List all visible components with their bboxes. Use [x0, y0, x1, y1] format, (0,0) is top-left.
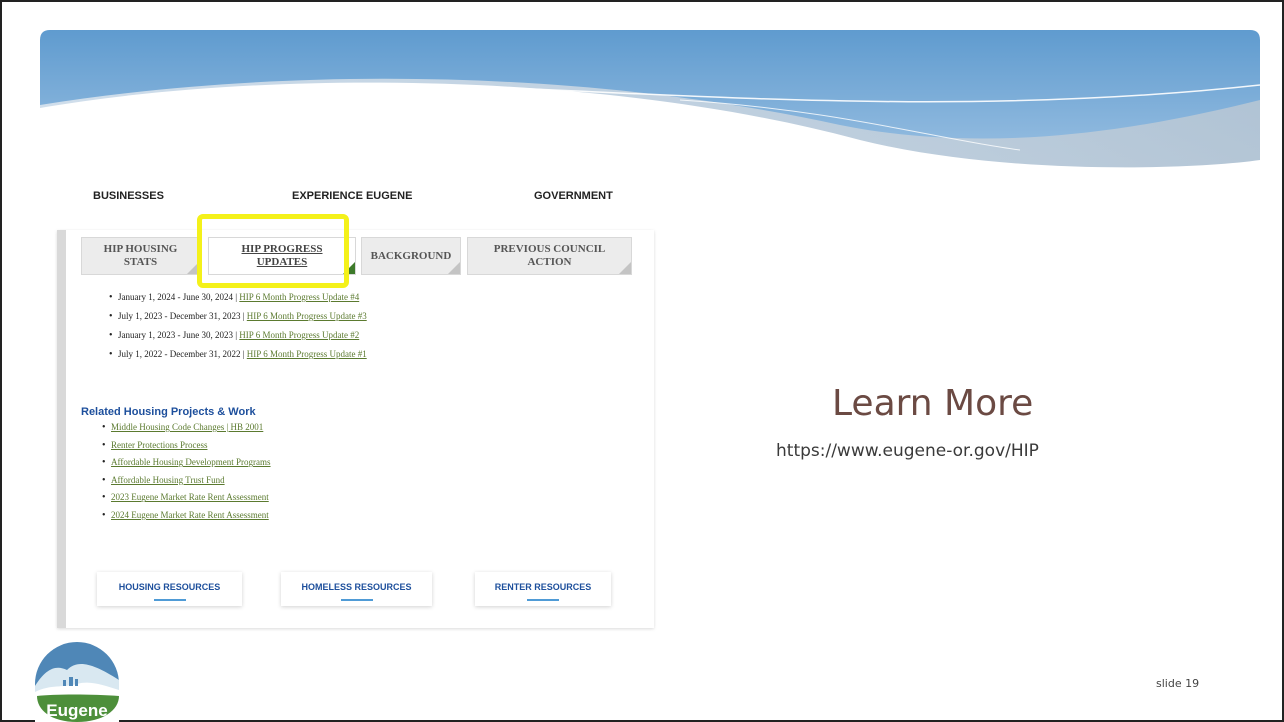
learn-more-title: Learn More [832, 383, 1034, 424]
header-wave-banner [40, 30, 1260, 195]
update-period: July 1, 2022 - December 31, 2022 [118, 349, 241, 359]
related-link[interactable]: Middle Housing Code Changes | HB 2001 [111, 422, 263, 432]
related-link[interactable]: Renter Protections Process [111, 440, 207, 450]
homeless-resources-button[interactable]: HOMELESS RESOURCES [281, 572, 432, 606]
list-item: Middle Housing Code Changes | HB 2001 [102, 422, 271, 440]
related-link[interactable]: 2023 Eugene Market Rate Rent Assessment [111, 492, 269, 502]
update-link[interactable]: HIP 6 Month Progress Update #2 [239, 330, 359, 340]
tab-label-line1: BACKGROUND [370, 249, 452, 262]
list-item: July 1, 2022 - December 31, 2022 | HIP 6… [109, 349, 367, 368]
slide-number: slide 19 [1156, 677, 1200, 690]
list-item: Affordable Housing Development Programs [102, 457, 271, 475]
update-period: July 1, 2023 - December 31, 2023 [118, 311, 241, 321]
related-link[interactable]: Affordable Housing Trust Fund [111, 475, 225, 485]
list-item: 2024 Eugene Market Rate Rent Assessment [102, 510, 271, 528]
related-link[interactable]: 2024 Eugene Market Rate Rent Assessment [111, 510, 269, 520]
tab-label-line2: STATS [123, 256, 158, 268]
tab-previous-council-action[interactable]: PREVIOUS COUNCIL ACTION [467, 237, 632, 275]
nav-government[interactable]: GOVERNMENT [534, 190, 613, 202]
related-projects-heading: Related Housing Projects & Work [81, 406, 256, 418]
list-item: Affordable Housing Trust Fund [102, 475, 271, 493]
tab-label-line1: PREVIOUS COUNCIL [493, 243, 606, 255]
list-item: January 1, 2024 - June 30, 2024 | HIP 6 … [109, 292, 367, 311]
update-link[interactable]: HIP 6 Month Progress Update #3 [247, 311, 367, 321]
list-item: Renter Protections Process [102, 440, 271, 458]
tab-background[interactable]: BACKGROUND [361, 237, 461, 275]
nav-businesses[interactable]: BUSINESSES [93, 190, 164, 202]
progress-update-list: January 1, 2024 - June 30, 2024 | HIP 6 … [109, 292, 367, 368]
related-link[interactable]: Affordable Housing Development Programs [111, 457, 271, 467]
tab-label-line2: ACTION [527, 256, 572, 268]
button-underline [527, 599, 559, 601]
learn-more-url[interactable]: https://www.eugene-or.gov/HIP [776, 441, 1039, 461]
button-underline [340, 599, 373, 601]
button-label: HOUSING RESOURCES [118, 582, 221, 592]
nav-experience-eugene[interactable]: EXPERIENCE EUGENE [292, 190, 412, 202]
update-link[interactable]: HIP 6 Month Progress Update #4 [239, 292, 359, 302]
list-item: January 1, 2023 - June 30, 2023 | HIP 6 … [109, 330, 367, 349]
button-underline [153, 599, 186, 601]
tab-corner [619, 262, 631, 274]
tab-label-line1: HIP HOUSING [103, 243, 178, 255]
button-label: RENTER RESOURCES [494, 582, 592, 592]
list-item: 2023 Eugene Market Rate Rent Assessment [102, 492, 271, 510]
eugene-logo: Eugene [35, 642, 119, 722]
update-period: January 1, 2024 - June 30, 2024 [118, 292, 233, 302]
list-item: July 1, 2023 - December 31, 2023 | HIP 6… [109, 311, 367, 330]
related-projects-list: Middle Housing Code Changes | HB 2001 Re… [102, 422, 271, 528]
logo-text: Eugene [46, 701, 107, 720]
housing-resources-button[interactable]: HOUSING RESOURCES [97, 572, 242, 606]
tab-corner [448, 262, 460, 274]
update-period: January 1, 2023 - June 30, 2023 [118, 330, 233, 340]
yellow-highlight-box [197, 214, 349, 288]
tab-hip-housing-stats[interactable]: HIP HOUSING STATS [81, 237, 200, 275]
renter-resources-button[interactable]: RENTER RESOURCES [475, 572, 611, 606]
button-label: HOMELESS RESOURCES [301, 582, 412, 592]
update-link[interactable]: HIP 6 Month Progress Update #1 [247, 349, 367, 359]
